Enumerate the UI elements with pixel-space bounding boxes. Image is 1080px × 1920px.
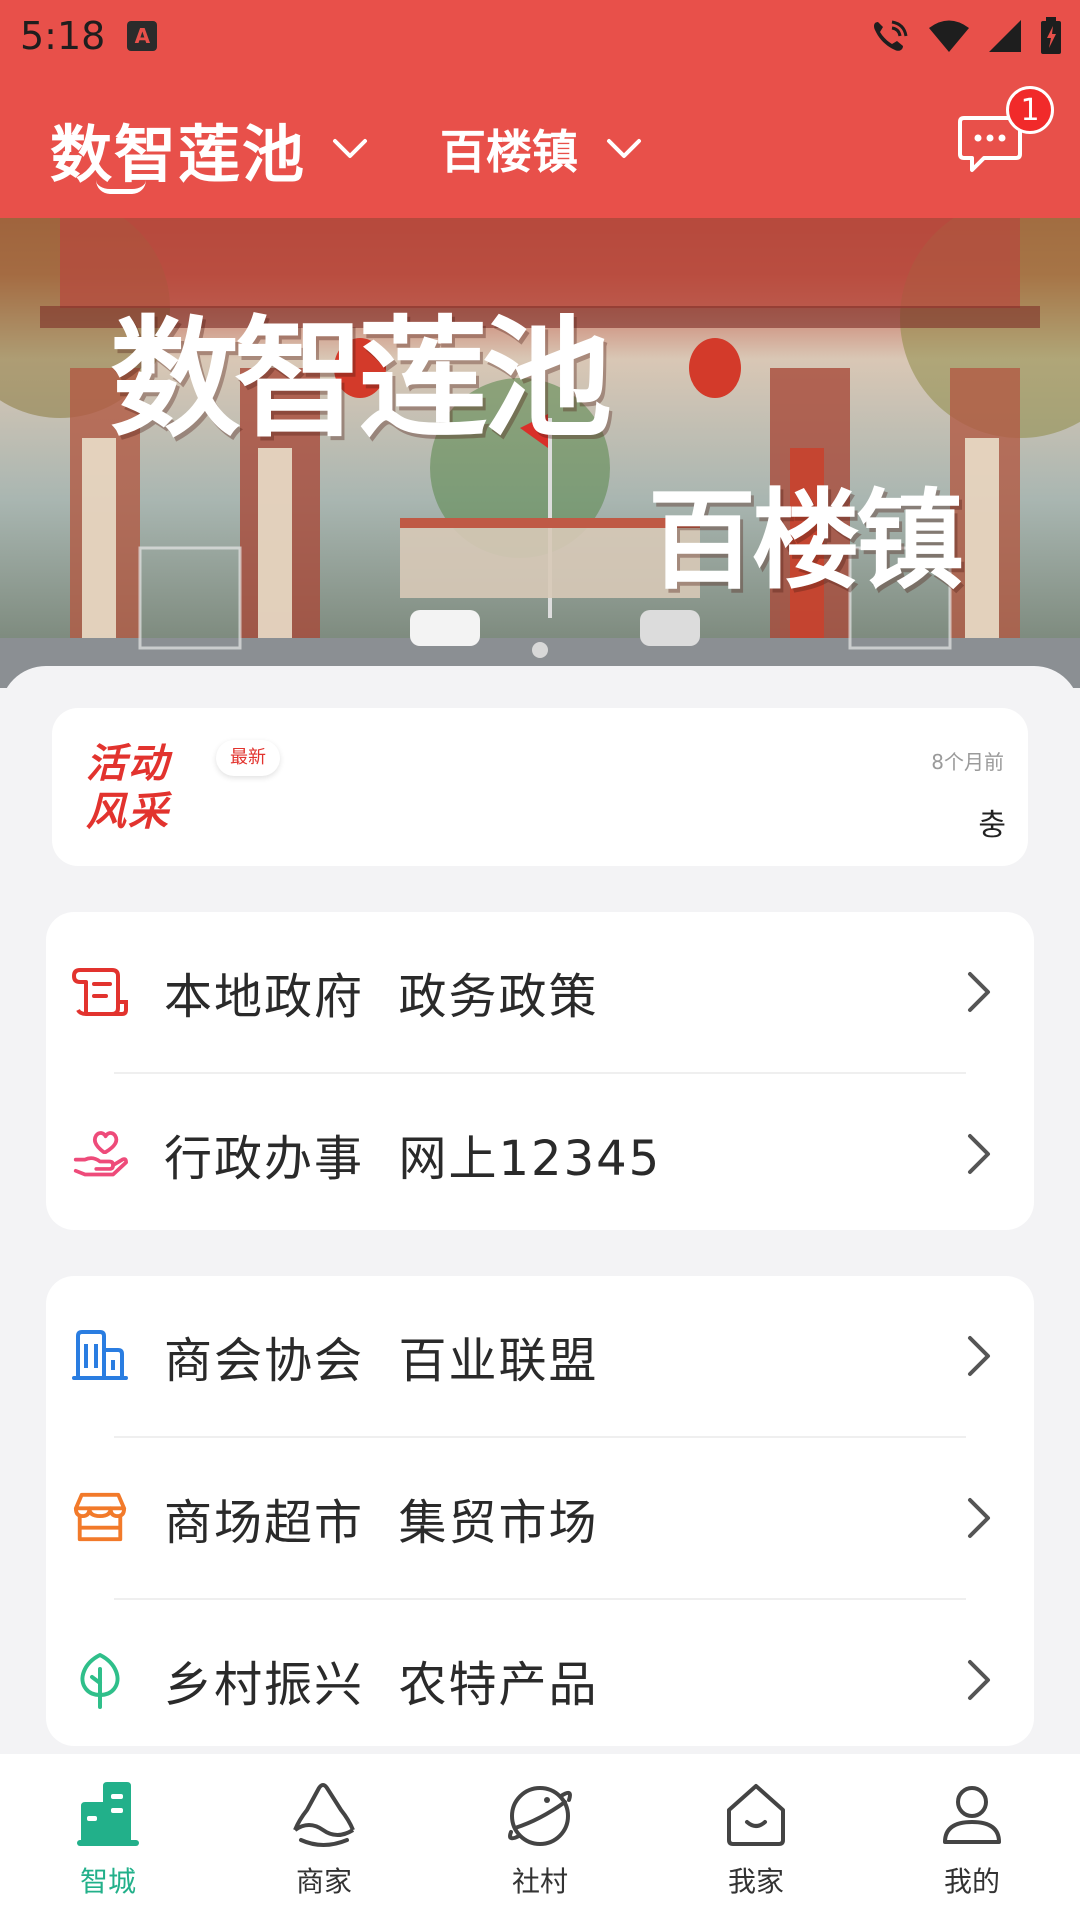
town-name: 百楼镇 bbox=[440, 125, 578, 179]
wifi-icon bbox=[929, 20, 969, 52]
active-tab-indicator bbox=[96, 180, 146, 194]
battery-icon bbox=[1041, 17, 1061, 54]
city-name: 数智莲池 bbox=[50, 118, 307, 191]
chevron-right-icon bbox=[968, 1134, 990, 1174]
mountain-icon bbox=[293, 1783, 355, 1847]
newest-badge: 最新 bbox=[216, 740, 280, 776]
app-notification-icon: A bbox=[127, 21, 158, 51]
nav-label: 智城 bbox=[79, 1865, 136, 1898]
chevron-right-icon bbox=[968, 1498, 990, 1538]
menu-item-label: 行政办事 网上12345 bbox=[164, 1131, 662, 1187]
nav-label: 我家 bbox=[727, 1865, 784, 1898]
heart-hand-icon bbox=[72, 1126, 128, 1182]
menu-item-mall[interactable]: 商场超市 集贸市场 bbox=[46, 1438, 1034, 1598]
news-scroll-text: 충 bbox=[978, 808, 1006, 843]
nav-tab-profile[interactable]: 我的 bbox=[892, 1780, 1052, 1900]
chevron-down-icon bbox=[333, 139, 368, 158]
menu-item-chamber[interactable]: 商会协会 百业联盟 bbox=[46, 1276, 1034, 1436]
activity-logo-line1: 活动 bbox=[86, 741, 170, 787]
planet-icon bbox=[508, 1786, 572, 1846]
chevron-right-icon bbox=[968, 1336, 990, 1376]
home-icon bbox=[727, 1784, 785, 1846]
nav-tab-smart-city[interactable]: 智城 bbox=[28, 1780, 188, 1900]
status-bar: 5:18 A bbox=[0, 0, 1080, 72]
menu-item-rural[interactable]: 乡村振兴 农特产品 bbox=[46, 1600, 1034, 1760]
status-left: 5:18 A bbox=[20, 14, 158, 58]
message-badge: 1 bbox=[1006, 86, 1054, 134]
nav-label: 我的 bbox=[943, 1865, 1000, 1898]
city-buildings-icon bbox=[77, 1782, 139, 1846]
nav-label: 社村 bbox=[511, 1865, 568, 1898]
nav-tab-village[interactable]: 社村 bbox=[460, 1780, 620, 1900]
activity-news-card[interactable]: 活动 风采 最新 8个月前 충 bbox=[52, 708, 1028, 866]
status-right bbox=[870, 17, 1062, 55]
menu-item-admin-affairs[interactable]: 行政办事 网上12345 bbox=[46, 1074, 1034, 1234]
store-icon bbox=[72, 1490, 128, 1546]
activity-logo: 活动 风采 bbox=[86, 740, 190, 840]
business-menu-card: 商会协会 百业联盟 商场超市 集贸市场 乡村振兴 农特产品 bbox=[46, 1276, 1034, 1746]
chevron-down-icon bbox=[607, 139, 641, 158]
carousel-indicator bbox=[532, 642, 548, 658]
government-document-icon bbox=[72, 964, 128, 1020]
nav-tab-my-home[interactable]: 我家 bbox=[676, 1780, 836, 1900]
wifi-call-icon bbox=[874, 20, 908, 51]
banner-title: 数智莲池 bbox=[110, 303, 612, 455]
menu-item-government[interactable]: 本地政府 政务政策 bbox=[46, 912, 1034, 1072]
status-time: 5:18 bbox=[20, 14, 106, 58]
menu-item-label: 本地政府 政务政策 bbox=[164, 969, 599, 1025]
menu-item-label: 商场超市 集贸市场 bbox=[164, 1495, 599, 1551]
top-header: 数智莲池 百楼镇 1 bbox=[0, 72, 1080, 218]
town-selector[interactable]: 百楼镇 bbox=[440, 116, 642, 182]
news-time: 8个月前 bbox=[931, 750, 1004, 774]
banner-carousel[interactable]: 数智莲池 百楼镇 bbox=[0, 218, 1080, 688]
menu-item-label: 商会协会 百业联盟 bbox=[164, 1333, 599, 1389]
government-menu-card: 本地政府 政务政策 行政办事 网上12345 bbox=[46, 912, 1034, 1230]
chevron-right-icon bbox=[968, 1660, 990, 1700]
cell-signal-icon bbox=[989, 20, 1021, 52]
user-icon bbox=[943, 1786, 1001, 1844]
tree-icon bbox=[72, 1652, 128, 1709]
nav-label: 商家 bbox=[295, 1865, 352, 1898]
chevron-right-icon bbox=[968, 972, 990, 1012]
banner-subtitle: 百楼镇 bbox=[648, 479, 964, 604]
menu-item-label: 乡村振兴 农特产品 bbox=[164, 1657, 599, 1713]
nav-tab-merchants[interactable]: 商家 bbox=[244, 1780, 404, 1900]
building-icon bbox=[72, 1328, 128, 1384]
bottom-navigation: 智城 商家 社村 我家 我的 bbox=[0, 1754, 1080, 1920]
activity-logo-line2: 风采 bbox=[86, 789, 170, 835]
